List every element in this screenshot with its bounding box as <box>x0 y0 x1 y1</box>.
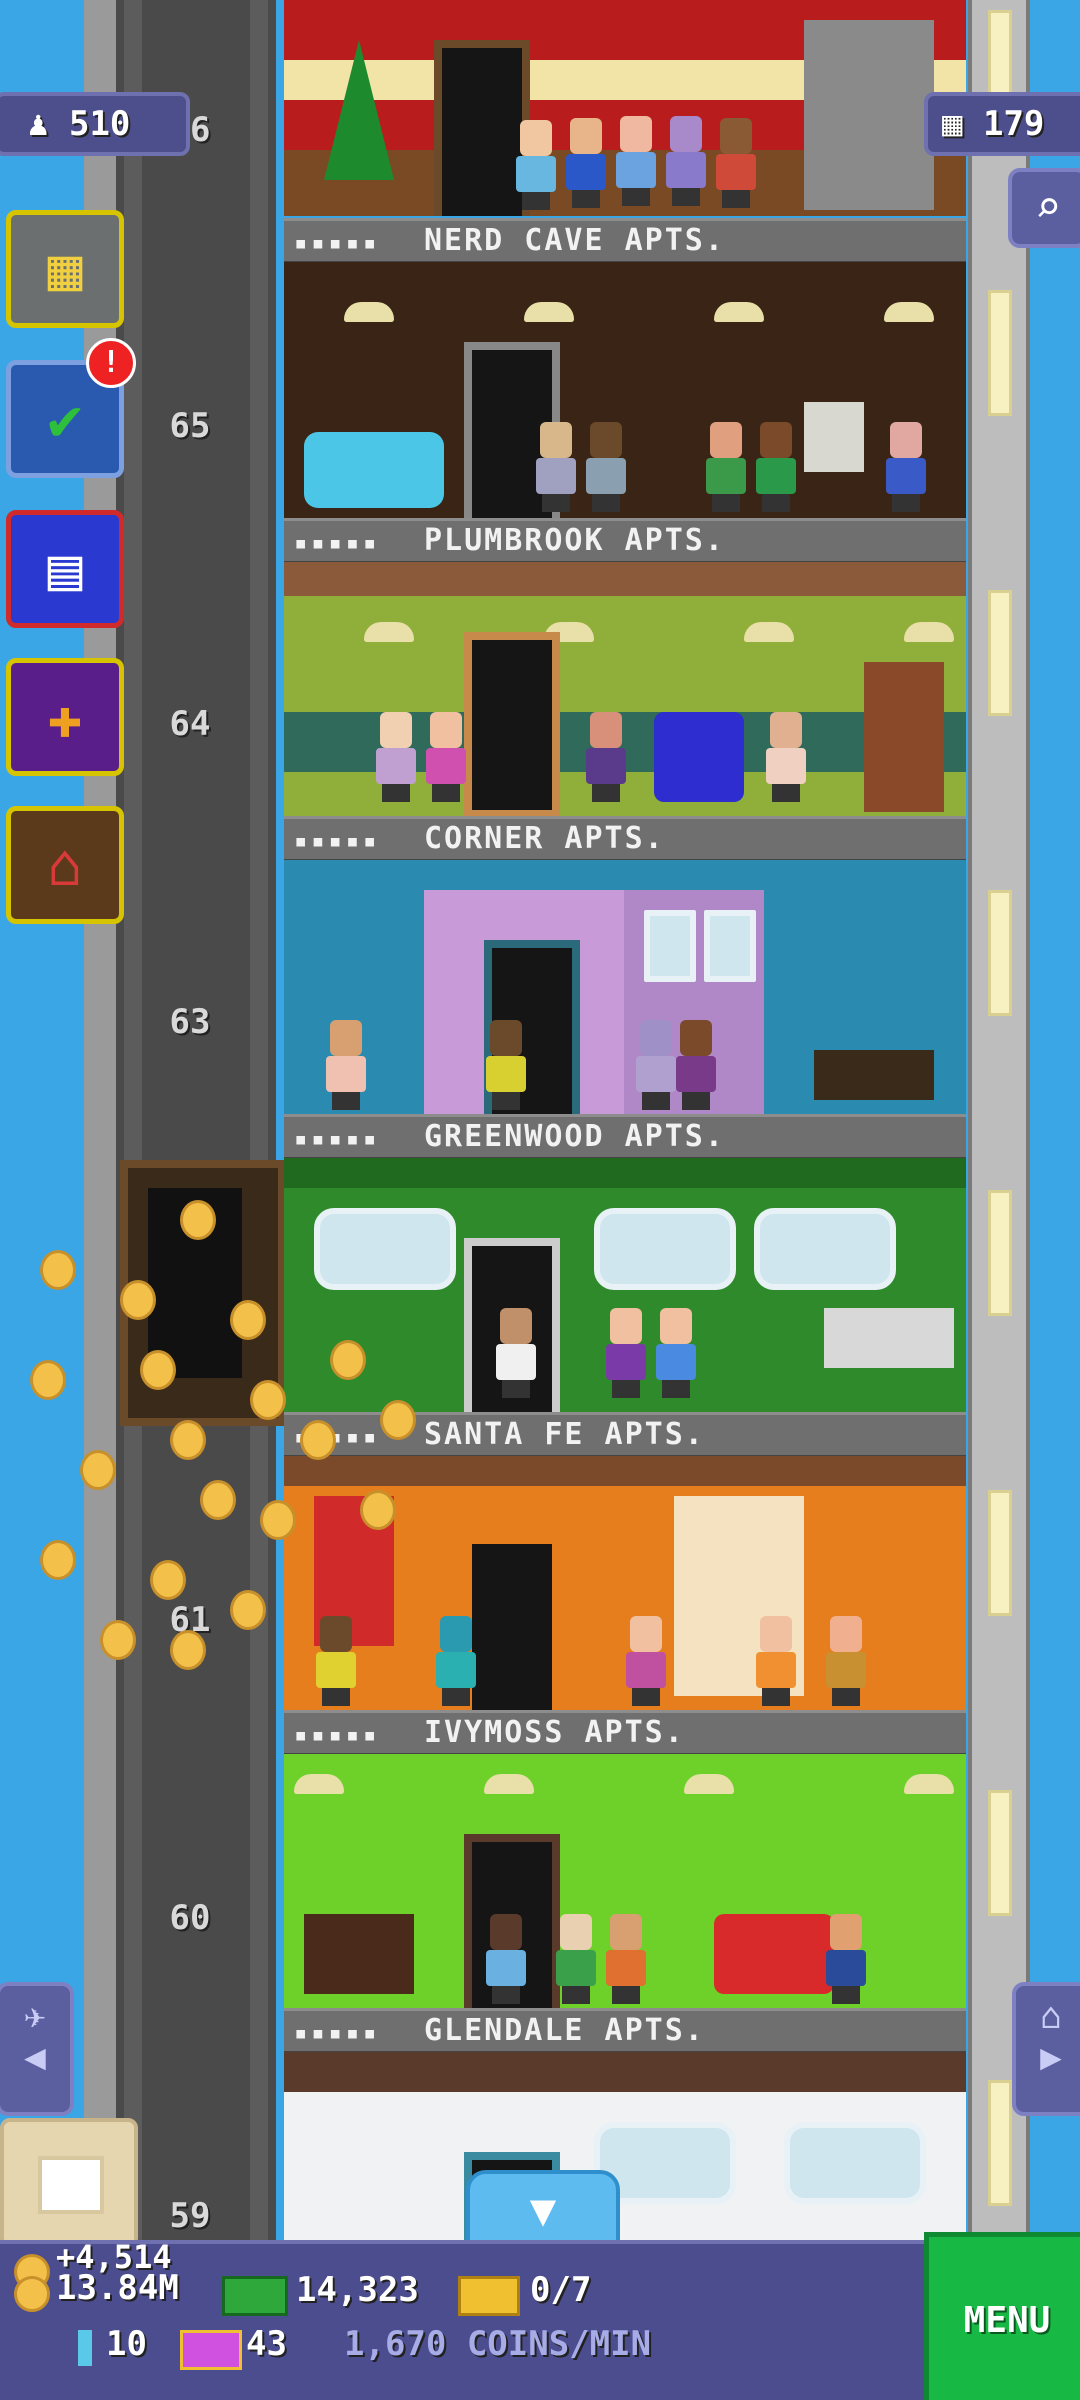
airplane-icon: ✈ <box>24 1996 46 2037</box>
floor-66-room[interactable] <box>284 0 966 216</box>
gift-icon: ✚ <box>47 683 83 751</box>
home-icon: ⌂ <box>1040 1996 1062 2037</box>
floor-number: 59 <box>169 2196 211 2236</box>
game-screen: 66 65 64 63 61 60 59 ▪▪▪▪▪NERD CAVE APTS… <box>0 0 1080 2400</box>
market-stall-icon: ⌂ <box>47 831 83 899</box>
floors-value: 179 <box>982 104 1045 144</box>
floor-sign: ▪▪▪▪▪ CORNER APTS. <box>284 816 966 862</box>
floor-64-room[interactable] <box>284 562 966 818</box>
chevron-left-icon: ◀ <box>24 2037 46 2078</box>
shop-button[interactable]: ⌂ <box>6 806 124 924</box>
coin-icon <box>14 2276 50 2312</box>
home-nav-button[interactable]: ⌂ ▶ <box>1012 1982 1080 2116</box>
right-rail <box>968 0 1030 2240</box>
floor-63-room[interactable] <box>284 860 966 1116</box>
building-icon: ▦ <box>942 104 963 144</box>
population-value: 510 <box>68 104 131 144</box>
bitbook-value: 43 <box>246 2324 287 2364</box>
floor-sign: ▪▪▪▪▪ PLUMBROOK APTS. <box>284 518 966 564</box>
calendar-button[interactable]: ▤ <box>6 510 124 628</box>
floor-sign: ▪▪▪▪▪ GLENDALE APTS. <box>284 2008 966 2054</box>
population-counter[interactable]: ♟ 510 <box>0 92 190 156</box>
floor-sign: ▪▪▪▪▪ NERD CAVE APTS. <box>284 218 966 264</box>
bux-icon <box>222 2276 288 2316</box>
vip-value: 10 <box>106 2324 147 2364</box>
menu-button[interactable]: MENU <box>924 2232 1080 2400</box>
box-icon <box>38 2156 104 2214</box>
calendar-icon: ▤ <box>47 535 83 603</box>
floor-65-room[interactable] <box>284 262 966 520</box>
vip-icon <box>78 2330 92 2366</box>
floor-62-room[interactable] <box>284 1158 966 1414</box>
coins-per-minute: 1,670 COINS/MIN <box>344 2324 652 2364</box>
airplane-nav-button[interactable]: ✈ ◀ <box>0 1982 74 2116</box>
bux-value: 14,323 <box>296 2270 419 2310</box>
tower-grid-icon: ▦ <box>47 235 83 303</box>
floor-sign: ▪▪▪▪▪ GREENWOOD APTS. <box>284 1114 966 1160</box>
floor-sign: ▪▪▪▪▪ IVYMOSS APTS. <box>284 1710 966 1756</box>
tickets-value: 0/7 <box>530 2270 592 2310</box>
person-icon: ♟ <box>28 104 49 144</box>
floor-number: 64 <box>169 704 211 744</box>
storage-button[interactable] <box>0 2118 138 2248</box>
checklist-icon: ✔ <box>47 385 83 453</box>
floor-number: 60 <box>169 1898 211 1938</box>
magnifier-icon[interactable]: ⌕ <box>1008 168 1080 248</box>
ticket-icon <box>458 2276 520 2316</box>
floor-number: 65 <box>169 406 211 446</box>
down-arrow-icon: ▼ <box>529 2185 557 2236</box>
gift-button[interactable]: ✚ <box>6 658 124 776</box>
floor-59-room[interactable] <box>284 2052 966 2240</box>
floors-counter[interactable]: ▦ 179 <box>924 92 1080 156</box>
build-button[interactable]: ▦ <box>6 210 124 328</box>
bitbook-icon <box>180 2330 242 2370</box>
missions-alert-badge: ! <box>86 338 136 388</box>
coins-total: 13.84M <box>56 2268 179 2308</box>
floor-number: 63 <box>169 1002 211 1042</box>
chevron-right-icon: ▶ <box>1040 2037 1062 2078</box>
left-rail <box>84 0 120 2240</box>
floor-60-room[interactable] <box>284 1754 966 2010</box>
